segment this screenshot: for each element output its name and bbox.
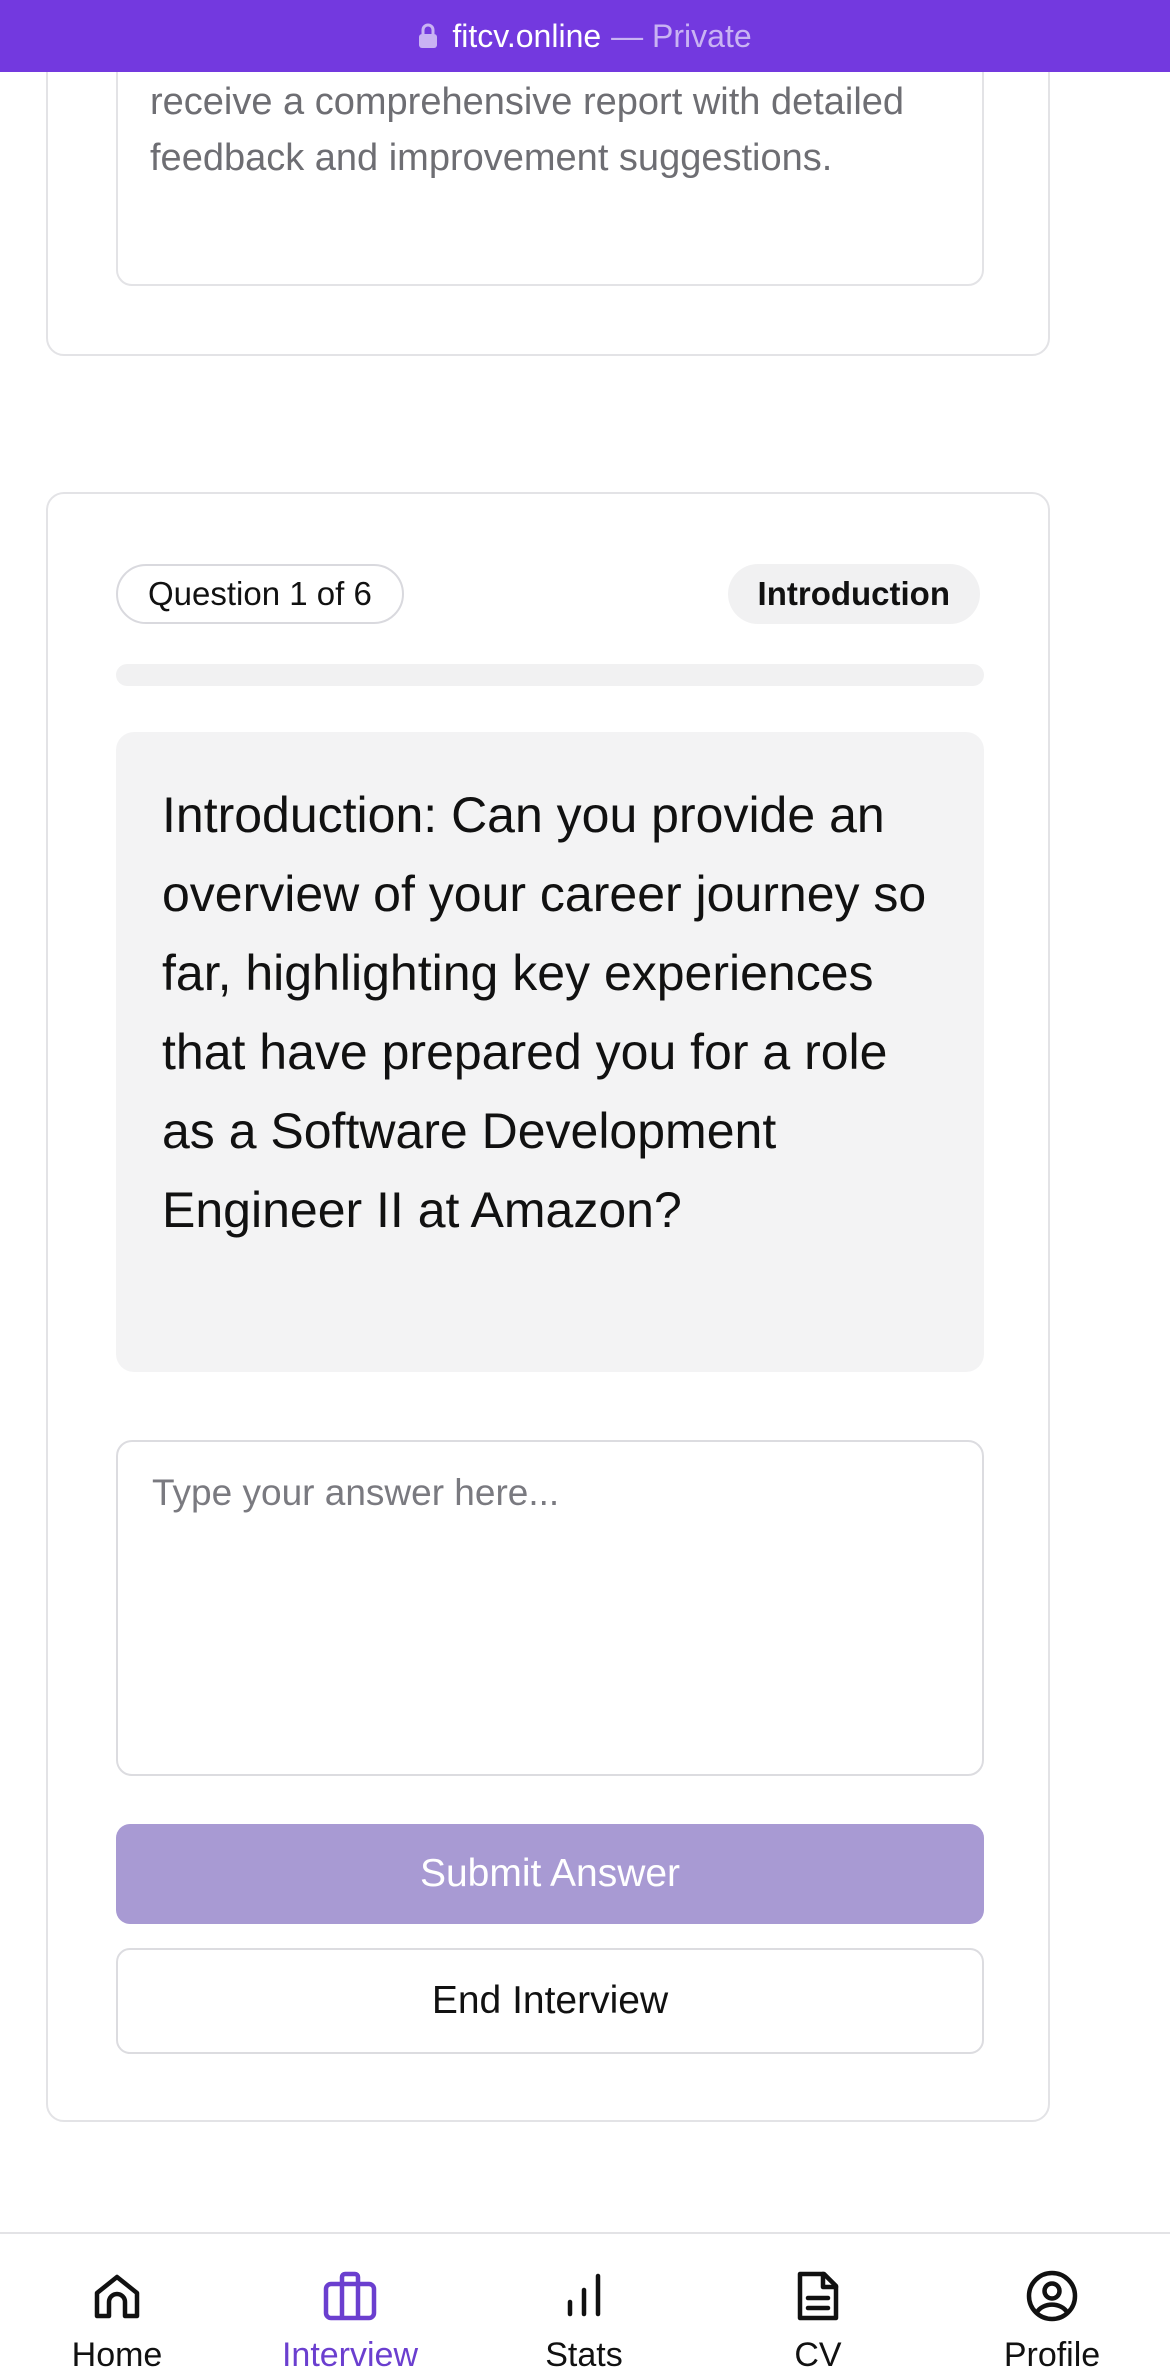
nav-item-interview[interactable]: Interview (250, 2234, 450, 2376)
nav-label-profile: Profile (1003, 2336, 1101, 2374)
instructions-description: receive a comprehensive report with deta… (150, 81, 905, 179)
question-text: Introduction: Can you provide an overvie… (162, 787, 927, 1238)
question-box: Introduction: Can you provide an overvie… (116, 732, 984, 1372)
nav-item-home[interactable]: Home (17, 2234, 217, 2376)
nav-label-cv: CV (794, 2336, 842, 2374)
home-icon (94, 2274, 140, 2319)
nav-label-interview: Interview (281, 2336, 419, 2374)
url-domain: fitcv.online (452, 17, 602, 54)
nav-label-home: Home (71, 2336, 163, 2374)
nav-label-stats: Stats (545, 2336, 623, 2374)
nav-item-stats[interactable]: Stats (484, 2234, 684, 2376)
question-category-badge: Introduction (727, 564, 980, 624)
interview-question-card: Question 1 of 6 Introduction Introductio… (46, 492, 1050, 2122)
question-counter-badge: Question 1 of 6 (116, 564, 404, 624)
nav-item-profile[interactable]: Profile (952, 2234, 1152, 2376)
lock-icon (419, 23, 438, 48)
document-icon (797, 2271, 839, 2321)
briefcase-icon (323, 2271, 377, 2321)
browser-url-bar[interactable]: fitcv.online — Private (0, 0, 1170, 72)
submit-answer-button[interactable]: Submit Answer (116, 1824, 984, 1924)
question-progress-bar (116, 664, 984, 686)
user-circle-icon (1026, 2270, 1078, 2322)
nav-item-cv[interactable]: CV (718, 2234, 918, 2376)
bar-chart-icon (567, 2273, 601, 2317)
answer-input[interactable] (116, 1440, 984, 1776)
private-label: — Private (611, 17, 752, 54)
end-interview-button[interactable]: End Interview (116, 1948, 984, 2054)
bottom-navigation: Home Interview Stats CV Profile (0, 2232, 1170, 2374)
